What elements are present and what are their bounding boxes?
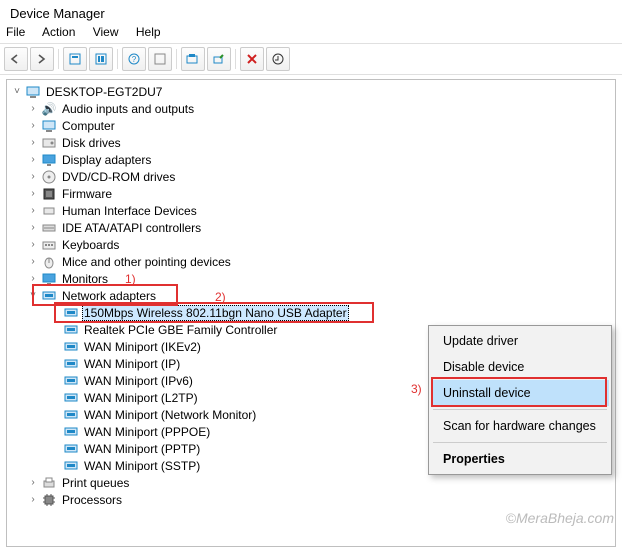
mouse-icon xyxy=(41,254,57,270)
ide-icon xyxy=(41,220,57,236)
scan-button[interactable] xyxy=(207,47,231,71)
network-adapter-icon xyxy=(63,441,79,457)
help-button[interactable]: ? xyxy=(122,47,146,71)
collapse-icon[interactable]: ˅ xyxy=(11,86,23,97)
menu-action[interactable]: Action xyxy=(42,25,75,39)
category-hid[interactable]: ›Human Interface Devices xyxy=(9,202,613,219)
category-audio[interactable]: ›🔊Audio inputs and outputs xyxy=(9,100,613,117)
network-adapter-icon xyxy=(63,424,79,440)
network-adapter-icon xyxy=(63,305,79,321)
network-adapter-icon xyxy=(63,322,79,338)
menu-file[interactable]: File xyxy=(6,25,25,39)
collapse-icon[interactable]: ˅ xyxy=(27,290,39,301)
forward-button[interactable] xyxy=(30,47,54,71)
device-tree[interactable]: ˅ DESKTOP-EGT2DU7 ›🔊Audio inputs and out… xyxy=(6,79,616,547)
toolbar-button[interactable] xyxy=(181,47,205,71)
category-mice[interactable]: ›Mice and other pointing devices xyxy=(9,253,613,270)
category-print-queues[interactable]: ›Print queues xyxy=(9,474,613,491)
ctx-scan-hardware[interactable]: Scan for hardware changes xyxy=(431,413,609,439)
toolbar-button[interactable] xyxy=(266,47,290,71)
annotation-2: 2) xyxy=(215,290,226,304)
svg-text:?: ? xyxy=(132,55,137,64)
toolbar-button[interactable] xyxy=(89,47,113,71)
dvd-icon xyxy=(41,169,57,185)
menu-view[interactable]: View xyxy=(93,25,119,39)
separator xyxy=(433,409,607,410)
category-keyboards[interactable]: ›Keyboards xyxy=(9,236,613,253)
ctx-disable-device[interactable]: Disable device xyxy=(431,354,609,380)
category-dvd[interactable]: ›DVD/CD-ROM drives xyxy=(9,168,613,185)
display-icon xyxy=(41,152,57,168)
uninstall-button[interactable] xyxy=(240,47,264,71)
watermark: ©MeraBheja.com xyxy=(506,510,614,526)
category-network[interactable]: ˅Network adapters xyxy=(9,287,613,304)
monitor-icon xyxy=(41,271,57,287)
network-adapter-icon xyxy=(63,339,79,355)
menu-help[interactable]: Help xyxy=(136,25,161,39)
separator xyxy=(433,442,607,443)
back-button[interactable] xyxy=(4,47,28,71)
device-wireless-adapter[interactable]: 150Mbps Wireless 802.11bgn Nano USB Adap… xyxy=(9,304,613,321)
toolbar-button[interactable] xyxy=(63,47,87,71)
network-adapter-icon xyxy=(63,390,79,406)
network-icon xyxy=(41,288,57,304)
root-node[interactable]: ˅ DESKTOP-EGT2DU7 xyxy=(9,83,613,100)
computer-icon xyxy=(41,118,57,134)
firmware-icon xyxy=(41,186,57,202)
menubar: File Action View Help xyxy=(0,23,622,43)
keyboard-icon xyxy=(41,237,57,253)
category-computer[interactable]: ›Computer xyxy=(9,117,613,134)
ctx-properties[interactable]: Properties xyxy=(431,446,609,472)
network-adapter-icon xyxy=(63,373,79,389)
context-menu: Update driver Disable device Uninstall d… xyxy=(428,325,612,475)
computer-icon xyxy=(25,84,41,100)
ctx-uninstall-device[interactable]: Uninstall device xyxy=(431,380,609,406)
disk-icon xyxy=(41,135,57,151)
network-adapter-icon xyxy=(63,407,79,423)
toolbar-button[interactable] xyxy=(148,47,172,71)
category-monitors[interactable]: ›Monitors xyxy=(9,270,613,287)
category-firmware[interactable]: ›Firmware xyxy=(9,185,613,202)
network-adapter-icon xyxy=(63,356,79,372)
category-disk[interactable]: ›Disk drives xyxy=(9,134,613,151)
category-display[interactable]: ›Display adapters xyxy=(9,151,613,168)
annotation-3: 3) xyxy=(411,382,422,396)
printer-icon xyxy=(41,475,57,491)
processor-icon xyxy=(41,492,57,508)
annotation-1: 1) xyxy=(125,272,136,286)
ctx-update-driver[interactable]: Update driver xyxy=(431,328,609,354)
network-adapter-icon xyxy=(63,458,79,474)
category-processors[interactable]: ›Processors xyxy=(9,491,613,508)
category-ide[interactable]: ›IDE ATA/ATAPI controllers xyxy=(9,219,613,236)
window-title: Device Manager xyxy=(0,0,622,23)
hid-icon xyxy=(41,203,57,219)
audio-icon: 🔊 xyxy=(41,101,57,117)
toolbar: ? xyxy=(0,43,622,75)
